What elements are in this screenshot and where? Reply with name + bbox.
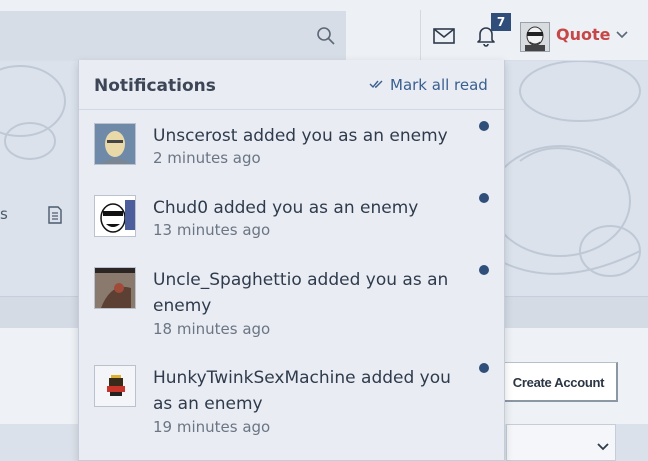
avatar[interactable]	[94, 195, 136, 237]
profile-tab-fragment[interactable]: s	[0, 205, 8, 223]
mail-icon[interactable]	[432, 26, 456, 46]
notification-time: 2 minutes ago	[153, 149, 261, 167]
unread-indicator[interactable]	[479, 121, 489, 131]
notification-time: 13 minutes ago	[153, 221, 271, 239]
search-icon[interactable]	[316, 26, 336, 46]
mark-all-read-link[interactable]: Mark all read	[369, 76, 488, 94]
document-icon[interactable]	[46, 206, 64, 224]
notifications-title: Notifications	[94, 76, 216, 96]
search-input[interactable]	[0, 11, 346, 60]
user-name[interactable]: Quote	[556, 25, 610, 44]
notification-time: 19 minutes ago	[153, 418, 271, 436]
chevron-down-icon[interactable]	[596, 441, 610, 453]
user-avatar[interactable]	[520, 22, 550, 52]
notification-text: Chud0 added you as an enemy	[153, 198, 419, 218]
avatar[interactable]	[94, 365, 136, 407]
unread-indicator[interactable]	[479, 193, 489, 203]
avatar[interactable]	[94, 123, 136, 165]
notification-time: 18 minutes ago	[153, 320, 271, 338]
unread-indicator[interactable]	[479, 363, 489, 373]
unread-indicator[interactable]	[479, 265, 489, 275]
mark-all-read-label: Mark all read	[390, 76, 488, 94]
notification-count-badge: 7	[491, 13, 511, 31]
create-account-button[interactable]: Create Account	[500, 362, 618, 402]
notification-text: Uncle_Spaghettio added you as an enemy	[153, 270, 449, 316]
notification-text: HunkyTwinkSexMachine added you as an ene…	[153, 368, 451, 414]
notifications-dropdown: Notifications Mark all read Unscerost ad…	[78, 60, 505, 461]
notifications-header: Notifications Mark all read	[79, 60, 504, 110]
chevron-down-icon[interactable]	[614, 28, 630, 42]
avatar[interactable]	[94, 267, 136, 309]
double-check-icon	[369, 80, 383, 89]
notification-text: Unscerost added you as an enemy	[153, 126, 448, 146]
